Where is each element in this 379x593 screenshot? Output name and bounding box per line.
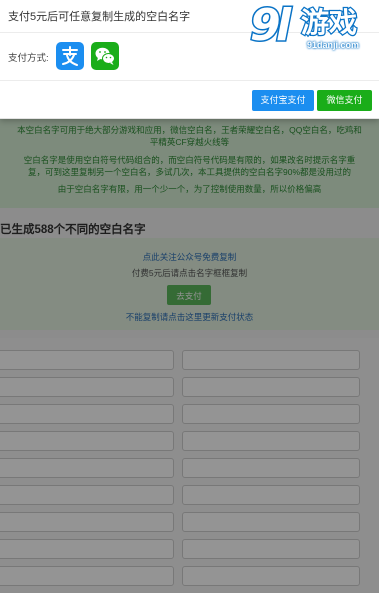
wechat-pay-button[interactable]: 微信支付 — [317, 90, 372, 111]
alipay-pay-button[interactable]: 支付宝支付 — [252, 90, 314, 111]
site-domain: 91danji.com — [307, 40, 360, 50]
svg-text:l: l — [276, 0, 292, 51]
divider — [0, 80, 379, 81]
wechat-icon[interactable] — [91, 42, 119, 70]
logo-text: 游戏 — [301, 6, 357, 39]
payment-method-label: 支付方式: — [8, 53, 49, 64]
dialog-title: 支付5元后可任意复制生成的空白名字 — [8, 11, 191, 23]
alipay-icon[interactable] — [56, 42, 84, 70]
